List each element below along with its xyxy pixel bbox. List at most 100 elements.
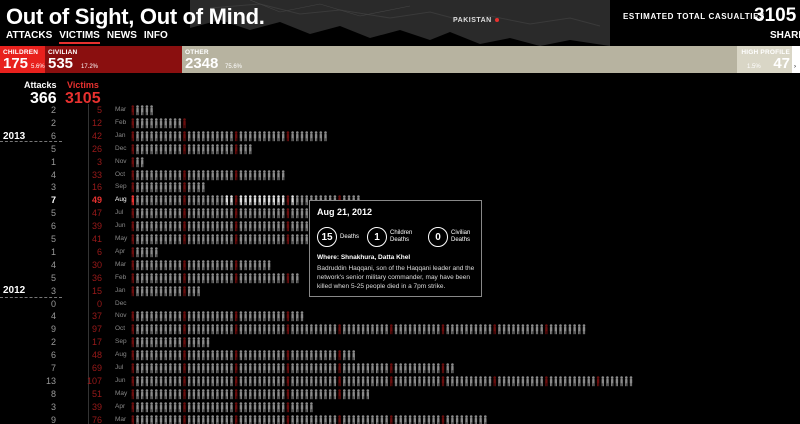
victim-figures[interactable] bbox=[131, 414, 491, 424]
victim-figure-icon bbox=[272, 208, 276, 219]
victim-figure-icon bbox=[145, 337, 149, 348]
victim-figure-icon bbox=[277, 414, 280, 424]
nav-info[interactable]: INFO bbox=[144, 30, 168, 44]
timeline-row[interactable]: 9 76 Mar bbox=[0, 414, 800, 424]
row-victims: 33 bbox=[91, 169, 102, 180]
row-attacks: 6 bbox=[50, 221, 56, 232]
victim-figures[interactable] bbox=[131, 401, 317, 413]
victim-figures[interactable] bbox=[131, 247, 162, 258]
victim-figure-icon bbox=[159, 337, 163, 348]
victim-figure-icon bbox=[347, 363, 351, 374]
victim-figures[interactable] bbox=[131, 260, 274, 271]
victim-figures[interactable] bbox=[131, 182, 209, 193]
victim-figure-icon bbox=[145, 247, 149, 258]
victim-figure-icon bbox=[333, 414, 337, 424]
victim-figure-icon bbox=[253, 414, 257, 424]
row-victims: 26 bbox=[91, 143, 102, 154]
victim-figure-icon bbox=[131, 247, 135, 258]
victim-figure-icon bbox=[197, 260, 200, 270]
victim-figure-icon bbox=[244, 324, 247, 335]
category-civilian[interactable]: CIVILIAN 535 17.2% bbox=[45, 46, 182, 73]
timeline-row[interactable]: 9 97 Oct bbox=[0, 323, 800, 336]
timeline-row[interactable]: 3 16 Sep bbox=[0, 181, 800, 194]
victim-figure-icon bbox=[140, 401, 144, 412]
victim-figure-icon bbox=[422, 376, 426, 387]
victim-figure-icon bbox=[272, 195, 276, 206]
civilian-deaths-label: Civilian Deaths bbox=[451, 230, 471, 243]
victim-figure-icon bbox=[220, 131, 224, 141]
victim-figures[interactable] bbox=[131, 169, 289, 181]
victim-figure-icon bbox=[216, 131, 219, 141]
victim-figure-icon bbox=[249, 311, 252, 322]
victim-figures[interactable] bbox=[131, 324, 589, 335]
victim-figure-icon bbox=[150, 401, 153, 412]
victim-figure-icon bbox=[164, 208, 167, 219]
victim-figure-icon bbox=[145, 118, 149, 129]
victim-figures[interactable] bbox=[131, 337, 213, 348]
victim-figure-icon bbox=[375, 376, 379, 387]
victim-figures[interactable] bbox=[131, 350, 359, 361]
victim-figures[interactable] bbox=[131, 272, 303, 284]
victim-figure-icon bbox=[140, 221, 144, 232]
victim-figure-icon bbox=[159, 272, 163, 283]
timeline-row[interactable]: 1 3 Nov bbox=[0, 156, 800, 169]
category-other[interactable]: OTHER 2348 75.6% bbox=[182, 46, 737, 73]
victim-figure-icon bbox=[211, 195, 214, 206]
timeline-row[interactable]: 8 51 May bbox=[0, 388, 800, 401]
victim-figures[interactable] bbox=[131, 131, 331, 142]
timeline-row[interactable]: 0 0 Dec bbox=[0, 298, 800, 311]
timeline-row[interactable]: 6 48 Aug bbox=[0, 349, 800, 362]
victim-figure-icon bbox=[197, 414, 200, 424]
timeline-row[interactable]: 4 37 Nov bbox=[0, 310, 800, 323]
nav-news[interactable]: NEWS bbox=[107, 30, 137, 44]
victim-figure-icon bbox=[343, 363, 346, 374]
victim-figure-icon bbox=[216, 234, 219, 245]
victim-figure-icon bbox=[286, 376, 290, 387]
category-high-profile[interactable]: HIGH PROFILE 47 1.5% bbox=[737, 46, 792, 73]
victim-figure-icon bbox=[140, 324, 144, 335]
victim-figures[interactable] bbox=[131, 221, 317, 232]
victim-figure-icon bbox=[192, 131, 196, 141]
victim-figure-icon bbox=[404, 324, 407, 335]
category-other-value: 2348 bbox=[185, 55, 219, 72]
victim-figure-icon bbox=[225, 401, 229, 412]
row-attacks: 2 bbox=[50, 117, 56, 128]
timeline-row[interactable]: 3 39 Apr bbox=[0, 401, 800, 414]
victim-figure-icon bbox=[281, 350, 285, 361]
timeline-row[interactable]: 13 107 Jun bbox=[0, 375, 800, 388]
victim-figure-icon bbox=[183, 208, 186, 219]
victim-figures[interactable] bbox=[131, 389, 373, 400]
victim-figure-icon bbox=[253, 169, 257, 180]
victim-figure-icon bbox=[272, 401, 276, 412]
victim-figures[interactable] bbox=[131, 234, 326, 245]
timeline-row[interactable]: 5 26 Dec bbox=[0, 143, 800, 156]
timeline-row[interactable]: 2 17 Sep bbox=[0, 336, 800, 349]
row-month: Nov bbox=[115, 312, 127, 320]
victim-figures[interactable] bbox=[131, 143, 256, 155]
victim-figures[interactable] bbox=[131, 363, 458, 374]
share-button[interactable]: SHARE bbox=[770, 30, 800, 41]
category-scroll-handle[interactable]: › bbox=[792, 46, 800, 73]
attacks-label: Attacks bbox=[24, 80, 57, 90]
victim-figures[interactable] bbox=[131, 156, 148, 168]
victim-figures[interactable] bbox=[131, 311, 307, 322]
victim-figure-icon bbox=[131, 208, 135, 219]
victim-figures[interactable] bbox=[131, 285, 204, 297]
victim-figure-icon bbox=[178, 195, 182, 206]
category-children[interactable]: CHILDREN 175 5.6% bbox=[0, 46, 45, 73]
victim-figure-icon bbox=[164, 260, 167, 270]
victim-figures[interactable] bbox=[131, 105, 157, 116]
timeline-row[interactable]: 7 69 Jul bbox=[0, 362, 800, 375]
timeline-row[interactable]: 6 42 Jan bbox=[0, 130, 800, 143]
timeline-row[interactable]: 2 5 Mar bbox=[0, 104, 800, 117]
nav-victims[interactable]: VICTIMS bbox=[59, 30, 100, 44]
timeline-row[interactable]: 4 33 Oct bbox=[0, 169, 800, 182]
victim-figures[interactable] bbox=[131, 376, 636, 387]
nav-attacks[interactable]: ATTACKS bbox=[6, 30, 52, 44]
victim-figure-icon bbox=[159, 363, 163, 374]
victim-figure-icon bbox=[202, 195, 205, 206]
timeline-row[interactable]: 2 12 Feb bbox=[0, 117, 800, 130]
victim-figure-icon bbox=[164, 363, 167, 374]
victim-figures[interactable] bbox=[131, 118, 190, 129]
tooltip-stats: 15 Deaths 1 Children Deaths 0 Civilian D… bbox=[317, 227, 481, 247]
